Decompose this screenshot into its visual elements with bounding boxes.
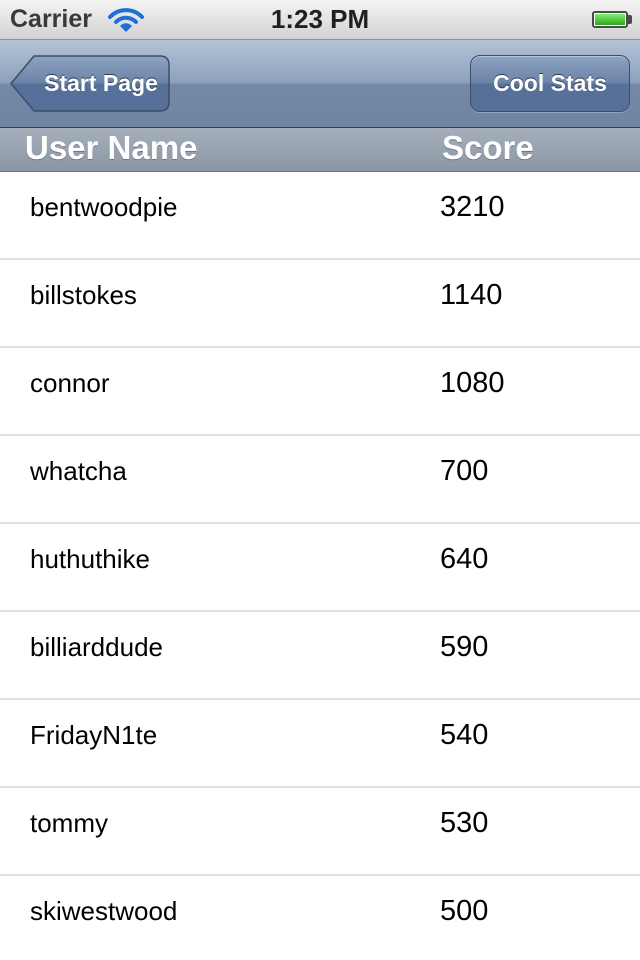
score-value: 3210 [440, 191, 505, 223]
battery-fill [595, 14, 625, 25]
table-row[interactable]: bentwoodpie 3210 [0, 172, 640, 260]
score-value: 590 [440, 631, 489, 663]
column-header-user-name: User Name [25, 129, 198, 166]
user-name: billiarddude [30, 632, 163, 662]
user-name: connor [30, 368, 110, 398]
score-value: 700 [440, 455, 489, 487]
table-row[interactable]: billstokes 1140 [0, 260, 640, 348]
table-row[interactable]: huthuthike 640 [0, 524, 640, 612]
table-row[interactable]: whatcha 700 [0, 436, 640, 524]
score-value: 1080 [440, 367, 505, 399]
column-header-score: Score [442, 129, 534, 166]
user-name: whatcha [30, 456, 127, 486]
user-name: huthuthike [30, 544, 150, 574]
user-name: billstokes [30, 280, 137, 310]
battery-icon [592, 11, 628, 28]
score-value: 1140 [440, 279, 503, 311]
cool-stats-button[interactable]: Cool Stats [470, 55, 630, 112]
user-name: FridayN1te [30, 720, 158, 750]
score-value: 500 [440, 895, 489, 927]
battery-tip [628, 15, 632, 24]
table-row[interactable]: connor 1080 [0, 348, 640, 436]
table-row[interactable]: skiwestwood 500 [0, 876, 640, 960]
score-value: 640 [440, 543, 489, 575]
back-button[interactable]: Start Page [10, 55, 170, 112]
score-value: 530 [440, 807, 489, 839]
screen: Carrier 1:23 PM Start Page Cool Stats Us… [0, 0, 640, 960]
clock: 1:23 PM [270, 4, 370, 34]
score-table: bentwoodpie 3210 billstokes 1140 connor … [0, 172, 640, 960]
table-row[interactable]: billiarddude 590 [0, 612, 640, 700]
back-button-label: Start Page [44, 70, 158, 96]
column-header-bar: User Name Score [0, 128, 640, 172]
user-name: bentwoodpie [30, 192, 178, 222]
user-name: tommy [30, 808, 108, 838]
user-name: skiwestwood [30, 896, 178, 926]
table-row[interactable]: FridayN1te 540 [0, 700, 640, 788]
navigation-bar: Start Page Cool Stats [0, 40, 640, 128]
score-value: 540 [440, 719, 489, 751]
table-row[interactable]: tommy 530 [0, 788, 640, 876]
status-bar: Carrier 1:23 PM [0, 0, 640, 40]
